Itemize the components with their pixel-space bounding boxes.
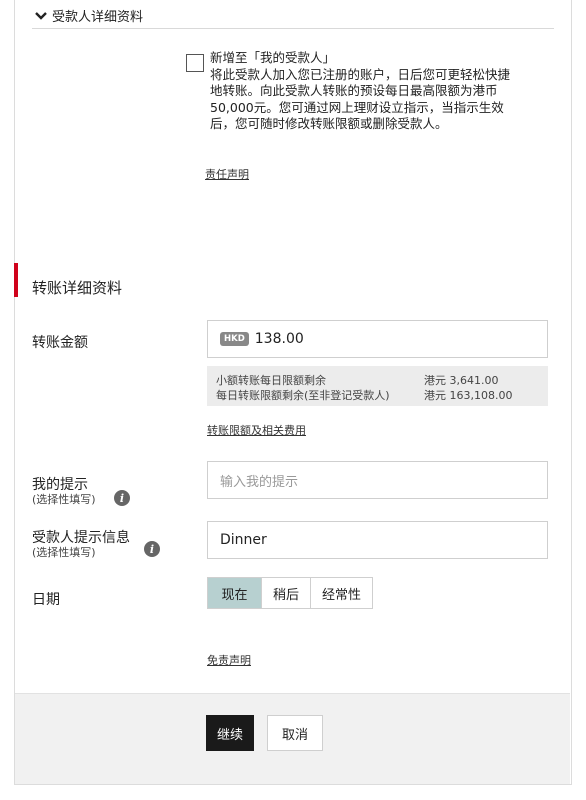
date-option-now[interactable]: 现在 [208, 578, 262, 608]
amount-input[interactable]: HKD 138.00 [207, 320, 548, 358]
my-reminder-input[interactable]: 输入我的提示 [207, 461, 548, 499]
payee-reminder-input[interactable]: Dinner [207, 521, 548, 559]
exemption-link[interactable]: 免责声明 [207, 652, 251, 668]
date-option-later[interactable]: 稍后 [262, 578, 311, 608]
date-segmented-control: 现在 稍后 经常性 [207, 577, 373, 609]
info-icon[interactable]: i [114, 490, 130, 506]
payee-reminder-value: Dinner [220, 532, 267, 548]
add-payee-text: 新增至「我的受款人」 将此受款人加入您已注册的账户，日后您可更轻松快捷地转账。向… [210, 50, 510, 133]
info-icon[interactable]: i [144, 541, 160, 557]
continue-button[interactable]: 继续 [206, 715, 254, 751]
small-limit-label: 小额转账每日限额剩余 [216, 374, 326, 387]
section-divider [32, 28, 554, 29]
my-reminder-optional: (选择性填写) [32, 493, 96, 506]
small-limit-value: 港元 3,641.00 [424, 374, 499, 387]
amount-label: 转账金额 [32, 335, 88, 351]
cancel-button[interactable]: 取消 [267, 715, 323, 751]
add-payee-title: 新增至「我的受款人」 [210, 50, 336, 65]
chevron-down-icon [35, 11, 47, 20]
add-payee-checkbox[interactable] [186, 54, 204, 72]
transfer-section-title: 转账详细资料 [32, 279, 123, 297]
payee-reminder-optional: (选择性填写) [32, 546, 96, 559]
disclaimer-link[interactable]: 责任声明 [205, 166, 249, 182]
daily-limit-label: 每日转账限额剩余(至非登记受款人) [216, 389, 390, 402]
daily-limit-value: 港元 163,108.00 [424, 389, 513, 402]
add-payee-description: 将此受款人加入您已注册的账户，日后您可更轻松快捷地转账。向此受款人转账的预设每日… [210, 66, 511, 132]
amount-value: 138.00 [254, 331, 304, 347]
date-option-recurring[interactable]: 经常性 [311, 578, 372, 608]
limits-fees-link[interactable]: 转账限额及相关费用 [207, 422, 306, 438]
payee-section-header[interactable]: 受款人详细资料 [34, 6, 143, 25]
limits-box: 小额转账每日限额剩余 港元 3,641.00 每日转账限额剩余(至非登记受款人)… [207, 366, 548, 406]
section-accent-bar [14, 263, 18, 297]
payee-section-title: 受款人详细资料 [52, 10, 144, 25]
currency-badge: HKD [220, 332, 249, 346]
date-label: 日期 [32, 592, 60, 608]
my-reminder-placeholder: 输入我的提示 [220, 474, 299, 490]
